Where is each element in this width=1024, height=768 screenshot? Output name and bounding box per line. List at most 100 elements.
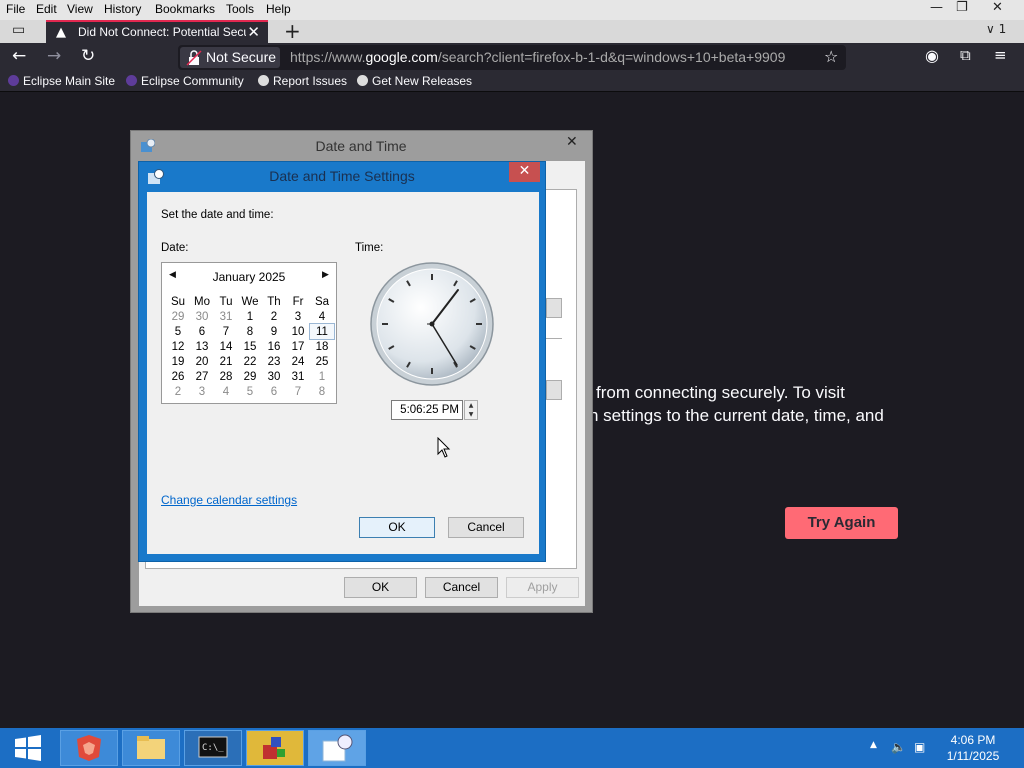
calendar-day[interactable]: 8 [238,324,262,339]
calendar-day[interactable]: 6 [190,324,214,339]
taskbar-date-time[interactable] [308,730,366,766]
change-timezone-button-edge[interactable] [546,380,562,400]
outer-ok-button[interactable]: OK [344,577,417,598]
calendar-day[interactable]: 21 [214,354,238,369]
back-arrow-icon[interactable]: ← [12,46,26,66]
new-tab-icon[interactable]: + [284,19,301,43]
calendar-day[interactable]: 27 [190,369,214,384]
next-month-icon[interactable]: ▶ [322,270,329,280]
time-input[interactable]: 5:06:25 PM [391,400,463,420]
calendar-day[interactable]: 1 [238,309,262,324]
calendar-day[interactable]: 9 [262,324,286,339]
calendar-day[interactable]: 4 [310,309,334,324]
calendar-day[interactable]: 28 [214,369,238,384]
menu-edit[interactable]: Edit [36,2,57,16]
volume-icon[interactable]: 🔈 [891,740,906,754]
calendar-day[interactable]: 3 [286,309,310,324]
spin-up-icon[interactable]: ▲ [465,401,477,410]
menu-help[interactable]: Help [266,2,291,16]
close-window-button[interactable]: ✕ [992,0,1003,15]
list-all-tabs-button[interactable]: ∨ 1 [986,22,1006,36]
calendar-day[interactable]: 19 [166,354,190,369]
taskbar-app-icon[interactable] [60,730,118,766]
forward-arrow-icon[interactable]: → [47,46,61,66]
change-date-button-edge[interactable] [546,298,562,318]
calendar-day[interactable]: 29 [166,309,190,324]
calendar-day[interactable]: 18 [310,339,334,354]
calendar-day[interactable]: 11 [309,323,335,340]
taskbar-setup-app[interactable] [246,730,304,766]
tab-close-icon[interactable]: ✕ [247,23,260,41]
taskbar-command-prompt[interactable]: C:\_ [184,730,242,766]
calendar-day[interactable]: 31 [286,369,310,384]
minimize-button[interactable]: — [930,0,943,15]
calendar-day[interactable]: 3 [190,384,214,399]
menu-hamburger-icon[interactable]: ≡ [994,46,1007,64]
bookmark-eclipse-main-site[interactable]: Eclipse Main Site [8,74,115,88]
network-icon[interactable]: ▣ [914,740,925,754]
spin-down-icon[interactable]: ▼ [465,410,477,419]
calendar-day[interactable]: 16 [262,339,286,354]
menu-history[interactable]: History [104,2,141,16]
calendar-day[interactable]: 1 [310,369,334,384]
account-icon[interactable]: ◉ [925,46,939,65]
calendar-day[interactable]: 14 [214,339,238,354]
bookmark-star-icon[interactable]: ☆ [824,47,838,66]
restore-button[interactable]: ❐ [956,0,968,15]
calendar-day[interactable]: 24 [286,354,310,369]
menu-view[interactable]: View [67,2,93,16]
calendar-day[interactable]: 23 [262,354,286,369]
calendar-day[interactable]: 2 [166,384,190,399]
calendar[interactable]: ◀ January 2025 ▶ Su Mo Tu We Th Fr Sa 29 30 31 1 2 3… [161,262,337,404]
calendar-day[interactable]: 30 [190,309,214,324]
tab-did-not-connect[interactable]: ▲ Did Not Connect: Potential Secu ✕ [46,20,268,43]
calendar-day[interactable]: 13 [190,339,214,354]
inner-close-button[interactable]: ✕ [509,162,540,182]
tray-chevron-icon[interactable]: ▲ [870,740,877,750]
time-spinner[interactable]: ▲ ▼ [464,400,478,420]
calendar-day[interactable]: 7 [286,384,310,399]
calendar-day[interactable]: 17 [286,339,310,354]
change-calendar-settings-link[interactable]: Change calendar settings [161,493,297,507]
taskbar-clock[interactable]: 4:06 PM 1/11/2025 [938,732,1008,764]
menu-file[interactable]: File [6,2,25,16]
calendar-day[interactable]: 25 [310,354,334,369]
calendar-day[interactable]: 12 [166,339,190,354]
inner-ok-button[interactable]: OK [359,517,435,538]
extensions-icon[interactable]: ⧉ [960,46,971,64]
security-badge[interactable]: Not Secure [180,47,280,68]
outer-cancel-button[interactable]: Cancel [425,577,498,598]
calendar-day[interactable]: 30 [262,369,286,384]
calendar-day[interactable]: 29 [238,369,262,384]
calendar-day[interactable]: 26 [166,369,190,384]
reload-icon[interactable]: ↻ [81,46,95,66]
inner-cancel-button[interactable]: Cancel [448,517,524,538]
outer-apply-button[interactable]: Apply [506,577,579,598]
calendar-day[interactable]: 5 [238,384,262,399]
calendar-day[interactable]: 15 [238,339,262,354]
calendar-day[interactable]: 6 [262,384,286,399]
firefox-view-icon[interactable]: ▭ [12,22,25,38]
outer-close-icon[interactable]: ✕ [566,134,578,150]
calendar-day[interactable]: 2 [262,309,286,324]
bookmark-get-new-releases[interactable]: Get New Releases [357,74,472,88]
try-again-button[interactable]: Try Again [785,507,898,539]
url-bar[interactable]: Not Secure https://www.google.com/search… [178,45,846,70]
url-text[interactable]: https://www.google.com/search?client=fir… [290,49,810,65]
calendar-day[interactable]: 10 [286,324,310,339]
calendar-day[interactable]: 4 [214,384,238,399]
taskbar-file-explorer[interactable] [122,730,180,766]
calendar-day[interactable]: 7 [214,324,238,339]
calendar-day[interactable]: 31 [214,309,238,324]
calendar-day[interactable]: 22 [238,354,262,369]
date-label: Date: [161,242,189,254]
calendar-month-title[interactable]: January 2025 [162,270,336,284]
start-windows-icon[interactable] [13,734,43,762]
menu-tools[interactable]: Tools [226,2,254,16]
calendar-day[interactable]: 20 [190,354,214,369]
calendar-day[interactable]: 5 [166,324,190,339]
calendar-day[interactable]: 8 [310,384,334,399]
menu-bookmarks[interactable]: Bookmarks [155,2,215,16]
bookmark-report-issues[interactable]: Report Issues [258,74,347,88]
bookmark-eclipse-community[interactable]: Eclipse Community [126,74,244,88]
